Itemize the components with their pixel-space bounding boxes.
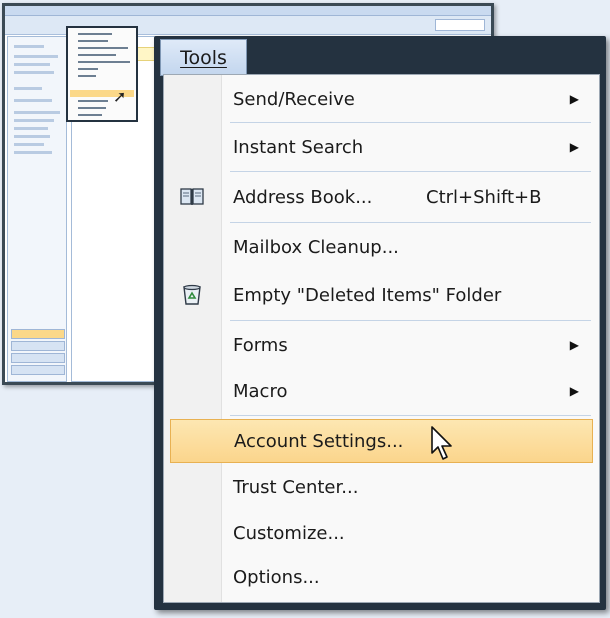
menu-item-address-book[interactable]: Address Book... Ctrl+Shift+B — [164, 175, 599, 219]
menu-item-shortcut: Ctrl+Shift+B — [426, 186, 542, 208]
tools-dropdown-menu: Send/Receive ▶ Instant Search ▶ Address … — [163, 74, 600, 603]
submenu-arrow-icon: ▶ — [569, 140, 579, 154]
menu-item-label: Customize... — [233, 522, 345, 544]
menu-item-trust-center[interactable]: Trust Center... — [164, 465, 599, 509]
thumbnail-cursor-icon: ➚ — [113, 87, 127, 106]
menu-item-mailbox-cleanup[interactable]: Mailbox Cleanup... — [164, 225, 599, 269]
menu-item-label: Forms — [233, 334, 288, 356]
menu-separator — [230, 171, 591, 172]
menu-item-macro[interactable]: Macro ▶ — [164, 369, 599, 413]
menu-item-label: Instant Search — [233, 136, 364, 158]
thumbnail-tools-menu — [66, 26, 138, 122]
submenu-arrow-icon: ▶ — [569, 92, 579, 106]
submenu-arrow-icon: ▶ — [569, 338, 579, 352]
menu-item-customize[interactable]: Customize... — [164, 511, 599, 555]
menu-item-label: Macro — [233, 380, 288, 402]
menu-item-send-receive[interactable]: Send/Receive ▶ — [164, 77, 599, 121]
menu-item-account-settings[interactable]: Account Settings... — [170, 419, 593, 463]
submenu-arrow-icon: ▶ — [569, 384, 579, 398]
menu-separator — [230, 122, 591, 123]
thumbnail-navigation-pane — [7, 36, 67, 382]
thumbnail-titlebar — [5, 6, 491, 16]
menu-item-label: Address Book... — [233, 186, 373, 208]
menu-item-label: Send/Receive — [233, 88, 355, 110]
menu-item-options[interactable]: Options... — [164, 555, 599, 599]
recycle-bin-icon — [183, 284, 201, 305]
menu-item-forms[interactable]: Forms ▶ — [164, 323, 599, 367]
menu-item-label: Account Settings... — [234, 430, 404, 452]
menu-item-label: Trust Center... — [233, 476, 359, 498]
menu-item-label: Mailbox Cleanup... — [233, 236, 399, 258]
address-book-icon — [180, 188, 204, 205]
mouse-pointer-icon — [431, 426, 452, 460]
menu-item-label: Options... — [233, 566, 320, 588]
menu-item-instant-search[interactable]: Instant Search ▶ — [164, 125, 599, 169]
menu-separator — [230, 222, 591, 223]
menu-separator — [230, 320, 591, 321]
menu-separator — [230, 415, 591, 416]
thumbnail-search-box — [435, 19, 485, 31]
tools-menu-tab[interactable]: Tools — [160, 39, 247, 76]
tools-menu-tab-label: Tools — [180, 46, 227, 69]
menu-item-empty-deleted-items[interactable]: Empty "Deleted Items" Folder — [164, 273, 599, 317]
menu-item-label: Empty "Deleted Items" Folder — [233, 284, 502, 306]
